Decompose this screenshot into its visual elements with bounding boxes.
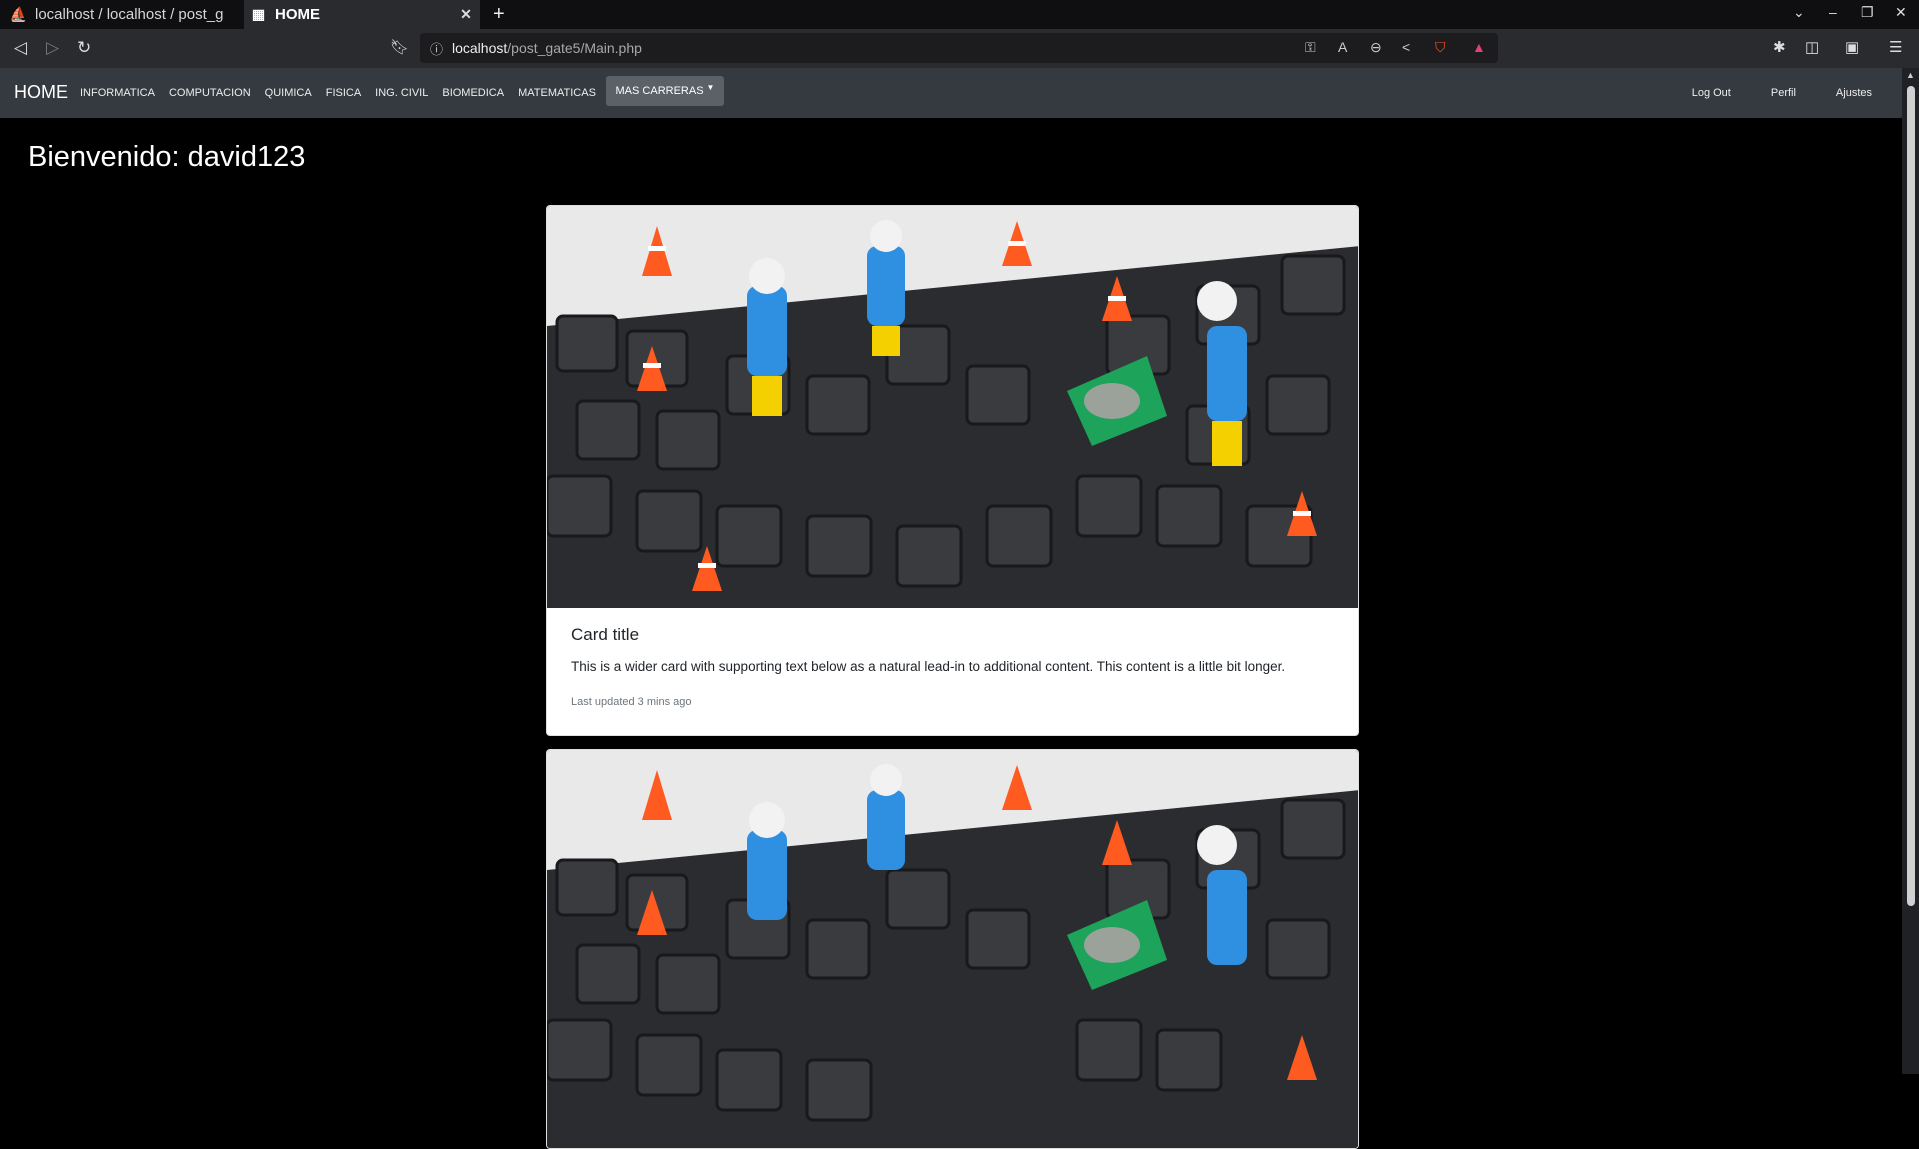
card-image-keyboard-workers [547,206,1358,608]
keyboard-construction-illustration [547,750,1358,1148]
tab-title: localhost / localhost / post_g [35,6,224,23]
content-card: Card title This is a wider card with sup… [546,205,1359,736]
phpmyadmin-favicon-icon: ⛵ [9,6,28,22]
back-icon[interactable]: ◁ [14,38,27,58]
maximize-icon[interactable]: ❐ [1861,4,1874,21]
navbar-brand[interactable]: HOME [14,82,68,103]
card-last-updated: Last updated 3 mins ago [571,696,692,708]
sidebar-icon[interactable]: ◫ [1805,38,1819,56]
scroll-up-icon[interactable]: ▲ [1906,70,1915,80]
menu-icon[interactable]: ☰ [1889,38,1902,56]
brave-shields-icon[interactable]: ⛉ [1435,39,1446,56]
nav-link-perfil[interactable]: Perfil [1771,87,1796,99]
card-body: Card title This is a wider card with sup… [547,608,1358,725]
caret-down-icon: ▼ [706,82,715,92]
close-window-icon[interactable]: ✕ [1895,4,1907,21]
browser-toolbar: ◁ ▷ ↻ 🔖︎ ⓘ localhost/post_gate5/Main.php… [0,29,1919,68]
translate-icon[interactable]: A [1338,39,1347,55]
nav-link-logout[interactable]: Log Out [1692,87,1731,99]
url-text[interactable]: localhost/post_gate5/Main.php [452,40,642,56]
browser-tab-strip: ⛵ localhost / localhost / post_g ▦ HOME … [0,0,1919,29]
nav-link-biomedica[interactable]: BIOMEDICA [442,87,504,99]
minimize-icon[interactable]: – [1829,4,1837,20]
wallet-icon[interactable]: ▣ [1845,38,1859,56]
navbar-right-links: Log Out Perfil Ajustes [1652,68,1872,118]
nav-link-computacion[interactable]: COMPUTACION [169,87,251,99]
brave-rewards-icon[interactable]: ▲ [1472,39,1486,55]
site-info-icon[interactable]: ⓘ [430,39,443,58]
zoom-icon[interactable]: ⊖ [1370,39,1382,56]
share-icon[interactable]: < [1402,39,1410,55]
forward-icon[interactable]: ▷ [46,38,59,58]
address-bar[interactable]: ⓘ localhost/post_gate5/Main.php ⚿ A ⊖ < … [420,33,1498,63]
page-scrollbar[interactable]: ▲ [1902,68,1919,1074]
welcome-heading: Bienvenido: david123 [28,141,306,173]
keyboard-construction-illustration [547,206,1358,608]
nav-link-quimica[interactable]: QUIMICA [265,87,312,99]
mas-carreras-dropdown[interactable]: MAS CARRERAS ▼ [606,76,724,106]
reload-icon[interactable]: ↻ [77,38,91,58]
site-navbar: HOME INFORMATICA COMPUTACION QUIMICA FIS… [0,68,1902,118]
new-tab-icon[interactable]: + [493,3,505,26]
browser-tab-home[interactable]: ▦ HOME ✕ [244,0,480,29]
card-text: This is a wider card with supporting tex… [571,659,1286,674]
scrollbar-thumb[interactable] [1907,86,1915,906]
card-image-keyboard-workers [547,750,1358,1148]
content-card [546,749,1359,1149]
dropdown-label: MAS CARRERAS [615,85,704,97]
browser-tab-phpmyadmin[interactable]: ⛵ localhost / localhost / post_g [0,0,240,29]
key-icon[interactable]: ⚿ [1305,39,1316,56]
nav-link-matematicas[interactable]: MATEMATICAS [518,87,596,99]
extensions-icon[interactable]: ✱ [1773,38,1786,56]
bookmark-icon[interactable]: 🔖︎ [390,38,409,56]
card-title: Card title [571,625,640,644]
tab-list-chevron-icon[interactable]: ⌄ [1793,4,1805,21]
tab-title: HOME [275,6,320,23]
nav-link-ing-civil[interactable]: ING. CIVIL [375,87,428,99]
navbar-links: INFORMATICA COMPUTACION QUIMICA FISICA I… [80,68,610,118]
nav-link-fisica[interactable]: FISICA [326,87,361,99]
nav-link-informatica[interactable]: INFORMATICA [80,87,155,99]
page-favicon-icon: ▦ [251,6,266,22]
nav-link-ajustes[interactable]: Ajustes [1836,87,1872,99]
close-tab-icon[interactable]: ✕ [456,6,476,23]
